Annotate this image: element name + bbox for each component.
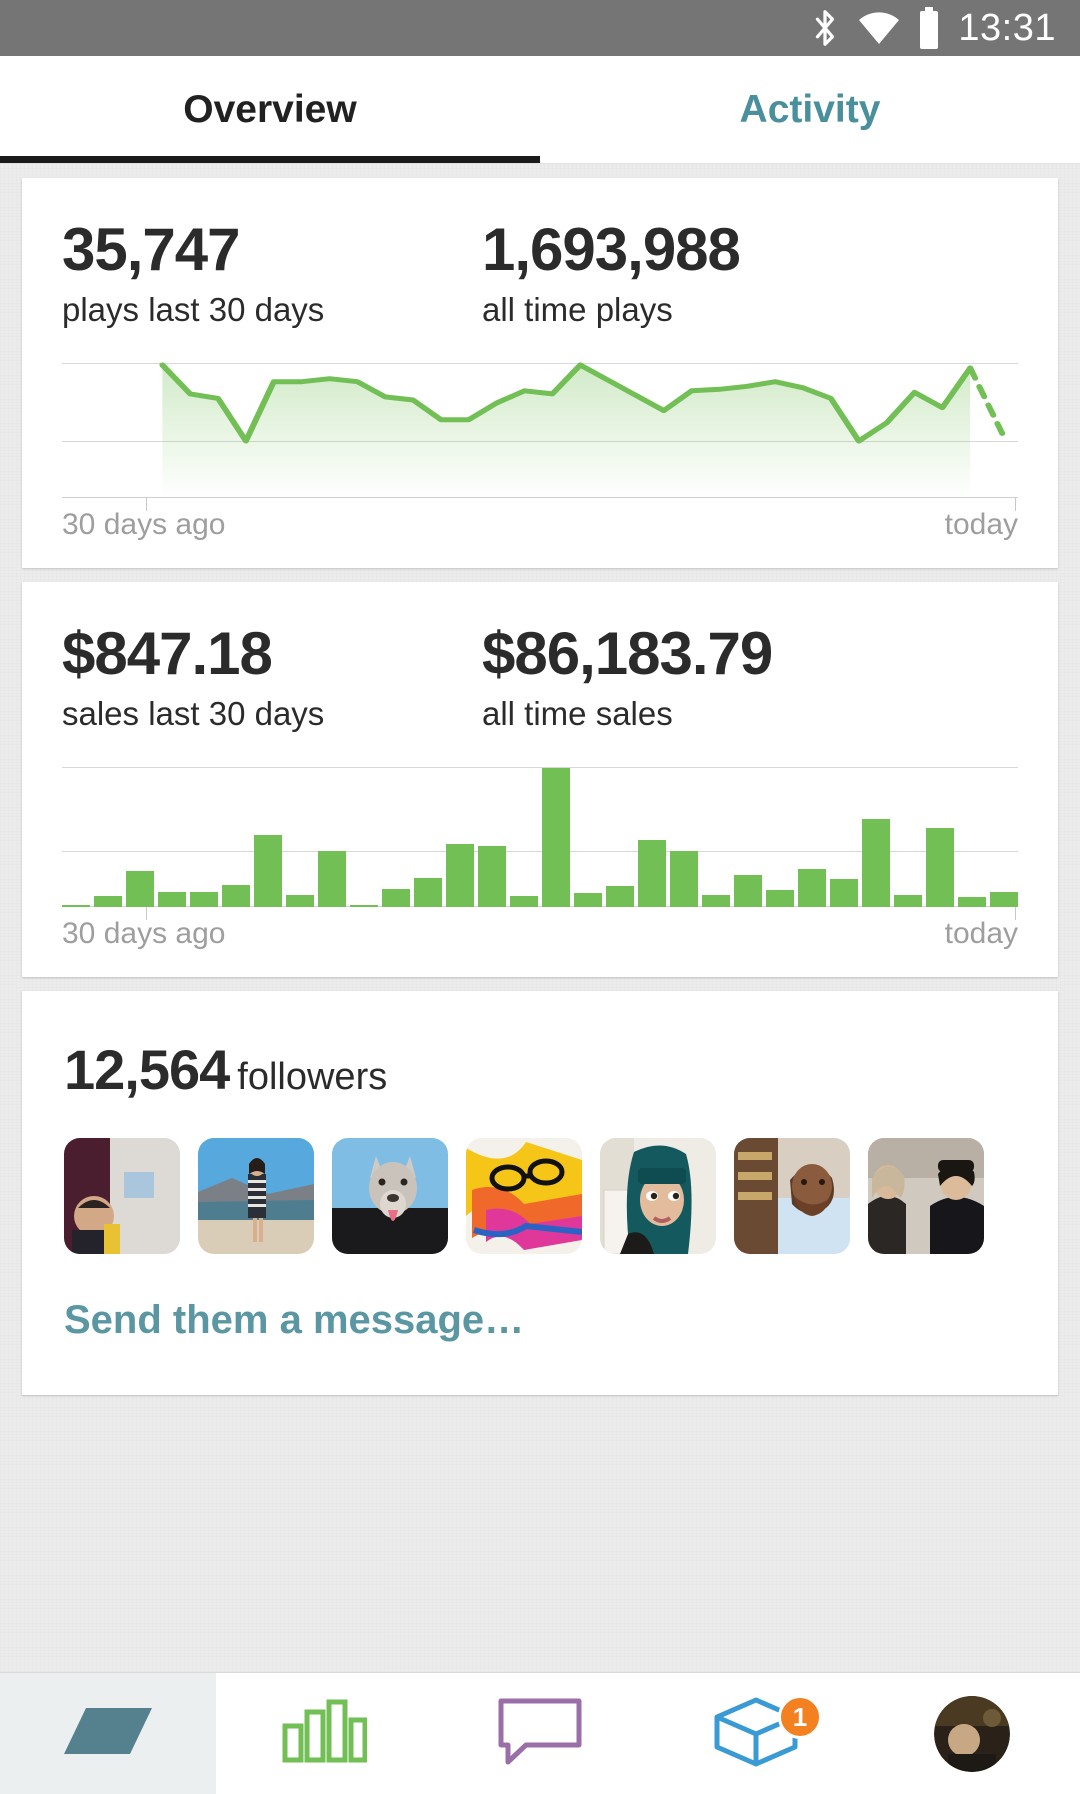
- sales-bar: [702, 895, 730, 908]
- plays-card[interactable]: 35,747 plays last 30 days 1,693,988 all …: [22, 178, 1058, 568]
- all-time-sales-stat: $86,183.79 all time sales: [482, 622, 902, 733]
- sales-bar: [830, 879, 858, 907]
- sales-chart-tick-end: [1015, 906, 1016, 920]
- sales-bar: [734, 875, 762, 907]
- bar-chart-icon: [281, 1698, 367, 1769]
- plays-chart-end-label: today: [945, 508, 1018, 542]
- status-bar: 13:31: [0, 0, 1080, 56]
- sales-bar: [286, 895, 314, 908]
- sales-bar: [382, 889, 410, 907]
- all-time-sales-label: all time sales: [482, 695, 902, 733]
- sales-bar: [190, 892, 218, 907]
- chat-bubble-icon: [496, 1696, 584, 1771]
- sales-chart-bars: [62, 767, 1018, 907]
- plays-line-chart: [62, 363, 1018, 498]
- sales-bar: [542, 768, 570, 907]
- sales-bar: [62, 905, 90, 907]
- all-time-sales-value: $86,183.79: [482, 622, 902, 685]
- sales-bar: [798, 869, 826, 907]
- avatar-icon: [934, 1696, 1010, 1772]
- follower-avatars-row[interactable]: [22, 1102, 1058, 1254]
- sales-card[interactable]: $847.18 sales last 30 days $86,183.79 al…: [22, 582, 1058, 977]
- all-time-plays-value: 1,693,988: [482, 218, 902, 281]
- plays-last-30-days-label: plays last 30 days: [62, 291, 482, 329]
- follower-avatar-2[interactable]: [198, 1138, 314, 1254]
- sales-bar: [574, 893, 602, 907]
- bluetooth-icon: [810, 7, 840, 49]
- nav-item-messages[interactable]: [432, 1673, 648, 1794]
- plays-chart-tick-start: [146, 497, 147, 511]
- sales-last-30-days-stat: $847.18 sales last 30 days: [62, 622, 482, 733]
- follower-avatar-1[interactable]: [64, 1138, 180, 1254]
- tab-activity[interactable]: Activity: [540, 56, 1080, 163]
- parallelogram-icon: [60, 1700, 156, 1767]
- followers-header: 12,564followers: [22, 991, 1058, 1102]
- follower-avatar-3[interactable]: [332, 1138, 448, 1254]
- followers-card[interactable]: 12,564followers Send them a message…: [22, 991, 1058, 1395]
- sales-chart-tick-start: [146, 906, 147, 920]
- sales-chart-start-label: 30 days ago: [62, 917, 225, 951]
- plays-chart-start-label: 30 days ago: [62, 508, 225, 542]
- all-time-plays-label: all time plays: [482, 291, 902, 329]
- plays-chart-axis-labels: 30 days ago today: [62, 508, 1018, 568]
- sales-bar: [446, 844, 474, 907]
- plays-chart-svg: [62, 363, 1018, 498]
- sales-bar: [126, 871, 154, 907]
- sales-chart-axis-labels: 30 days ago today: [62, 917, 1018, 977]
- sales-bar: [158, 892, 186, 907]
- plays-chart-tick-end: [1015, 497, 1016, 511]
- sales-bar: [894, 895, 922, 908]
- nav-item-orders[interactable]: 1: [648, 1673, 864, 1794]
- follower-avatar-7[interactable]: [868, 1138, 984, 1254]
- sales-bar: [254, 835, 282, 907]
- nav-item-dashboard[interactable]: [0, 1673, 216, 1794]
- sales-chart-end-label: today: [945, 917, 1018, 951]
- plays-last-30-days-value: 35,747: [62, 218, 482, 281]
- follower-avatar-6[interactable]: [734, 1138, 850, 1254]
- follower-avatar-4[interactable]: [466, 1138, 582, 1254]
- sales-bar-chart: [62, 767, 1018, 907]
- nav-item-stats[interactable]: [216, 1673, 432, 1794]
- sales-bar: [478, 846, 506, 907]
- followers-count: 12,564: [64, 1038, 229, 1101]
- tab-overview[interactable]: Overview: [0, 56, 540, 163]
- page-content[interactable]: 35,747 plays last 30 days 1,693,988 all …: [0, 164, 1080, 1672]
- sales-stats-row: $847.18 sales last 30 days $86,183.79 al…: [22, 582, 1058, 733]
- sales-bar: [414, 878, 442, 907]
- sales-bar: [862, 819, 890, 907]
- sales-bar: [222, 885, 250, 907]
- sales-bar: [670, 851, 698, 907]
- tab-active-indicator: [0, 156, 540, 163]
- sales-bar: [926, 828, 954, 907]
- sales-last-30-days-label: sales last 30 days: [62, 695, 482, 733]
- all-time-plays-stat: 1,693,988 all time plays: [482, 218, 902, 329]
- sales-bar: [350, 905, 378, 907]
- sales-bar: [94, 896, 122, 907]
- send-message-link[interactable]: Send them a message…: [22, 1254, 1058, 1395]
- plays-last-30-days-stat: 35,747 plays last 30 days: [62, 218, 482, 329]
- sales-bar: [958, 897, 986, 907]
- nav-item-profile[interactable]: [864, 1673, 1080, 1794]
- sales-bar: [510, 896, 538, 907]
- tab-bar: Overview Activity: [0, 56, 1080, 164]
- sales-bar: [990, 892, 1018, 907]
- sales-bar: [318, 851, 346, 907]
- tab-activity-label: Activity: [740, 88, 881, 132]
- follower-avatar-5[interactable]: [600, 1138, 716, 1254]
- orders-badge: 1: [778, 1695, 822, 1739]
- status-bar-clock: 13:31: [958, 7, 1056, 50]
- sales-last-30-days-value: $847.18: [62, 622, 482, 685]
- wifi-icon: [858, 11, 900, 45]
- sales-bar: [638, 840, 666, 907]
- bottom-navigation-bar: 1: [0, 1672, 1080, 1794]
- tab-overview-label: Overview: [183, 88, 356, 132]
- sales-bar: [766, 890, 794, 907]
- sales-bar: [606, 886, 634, 907]
- plays-stats-row: 35,747 plays last 30 days 1,693,988 all …: [22, 178, 1058, 329]
- followers-label: followers: [237, 1056, 387, 1098]
- battery-icon: [918, 7, 940, 49]
